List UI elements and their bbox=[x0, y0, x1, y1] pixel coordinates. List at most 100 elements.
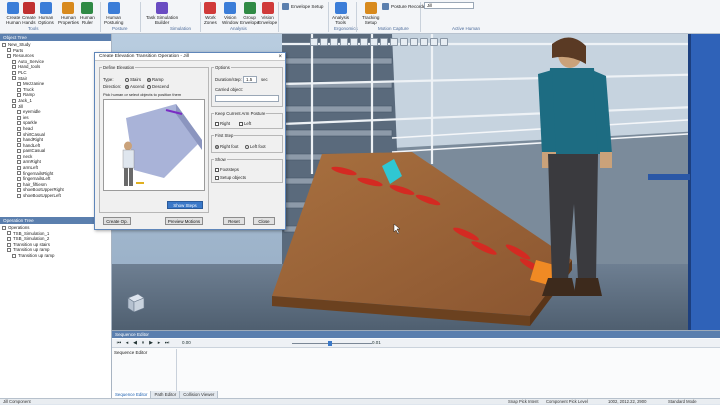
tree-item-label: Transition up ramp bbox=[18, 252, 55, 258]
analysis-tools-icon bbox=[334, 2, 347, 14]
ribbon-button-label: Human Properties bbox=[58, 15, 79, 25]
render-icon[interactable] bbox=[360, 38, 368, 46]
dialog-title: Create Elevation Transition Operation - … bbox=[95, 53, 285, 61]
first-step-left-radio[interactable]: Left foot bbox=[245, 144, 266, 149]
select-icon[interactable] bbox=[380, 38, 388, 46]
posture-recorder-icon bbox=[382, 3, 389, 10]
first-step-right-radio[interactable]: Right foot bbox=[215, 144, 238, 149]
sequence-editor-label: Sequence Editor bbox=[114, 350, 148, 355]
ribbon-group-label: Active Human bbox=[452, 26, 481, 31]
dialog-close-button[interactable]: Close bbox=[253, 217, 275, 225]
ribbon-button-human-create[interactable]: Create Human bbox=[6, 2, 21, 25]
pick-hint: Pick human or select objects to position… bbox=[103, 92, 182, 97]
status-pick-level[interactable]: Component Pick Level bbox=[546, 399, 588, 405]
ruler-icon bbox=[81, 2, 94, 14]
reset-button[interactable]: Reset bbox=[223, 217, 245, 225]
tree-item[interactable]: Transition up ramp bbox=[2, 253, 111, 259]
ribbon-button-group-envelope[interactable]: Group Envelope bbox=[240, 2, 259, 25]
envelope-setup-label: Envelope Setup bbox=[291, 4, 324, 9]
show-footsteps-checkbox[interactable]: Footsteps bbox=[215, 167, 239, 172]
show-legend: Show bbox=[215, 157, 226, 162]
sequence-grid[interactable] bbox=[176, 349, 720, 391]
preview-motions-button[interactable]: Preview Motions bbox=[165, 217, 203, 225]
section-icon[interactable] bbox=[370, 38, 378, 46]
time-slider-thumb[interactable] bbox=[328, 341, 332, 346]
play-back-icon[interactable]: ◀ bbox=[132, 340, 138, 346]
status-pick-intent[interactable]: Snap Pick Intent bbox=[508, 399, 539, 405]
ribbon-button-properties[interactable]: Human Properties bbox=[58, 2, 79, 25]
carried-object-input[interactable] bbox=[215, 95, 279, 102]
ribbon-button-vision-envelope[interactable]: Vision Envelope bbox=[258, 2, 277, 25]
ribbon-button-hands[interactable]: Create Hands bbox=[22, 2, 36, 25]
zoom-icon[interactable] bbox=[310, 38, 318, 46]
tab-collision-viewer[interactable]: Collision Viewer bbox=[180, 391, 219, 398]
show-setup-objects-checkbox[interactable]: Setup objects bbox=[215, 175, 246, 180]
keep-right-checkbox[interactable]: Right bbox=[215, 121, 230, 126]
close-icon[interactable]: × bbox=[278, 53, 282, 61]
ribbon-button-tracking-setup[interactable]: Tracking Setup bbox=[362, 2, 379, 25]
fast-forward-icon[interactable]: ⏭ bbox=[164, 340, 170, 346]
duration-input[interactable]: 1.5 bbox=[243, 76, 257, 83]
ribbon-button-human-options[interactable]: Human Options bbox=[38, 2, 54, 25]
human-options-icon bbox=[39, 2, 52, 14]
tree-node-icon bbox=[7, 248, 11, 253]
type-stairs-radio[interactable]: Stairs bbox=[125, 77, 141, 82]
type-ramp-radio[interactable]: Ramp bbox=[147, 77, 163, 82]
options-legend: Options bbox=[215, 65, 230, 70]
ribbon-button-label: Human Ruler bbox=[80, 15, 95, 25]
ribbon-separator bbox=[328, 2, 329, 32]
show-steps-button[interactable]: Show Steps bbox=[167, 201, 203, 209]
ribbon-button-analysis-tools[interactable]: Analysis Tools bbox=[332, 2, 349, 25]
elevation-transition-dialog: Create Elevation Transition Operation - … bbox=[94, 52, 286, 230]
settings-icon[interactable] bbox=[440, 38, 448, 46]
pause-icon[interactable]: ⏸ bbox=[140, 340, 146, 346]
view-icon[interactable] bbox=[350, 38, 358, 46]
playback-toolbar: ⏮ ◂ ◀ ⏸ ▶ ▸ ⏭ 0.00 0.01 bbox=[112, 339, 720, 348]
active-human-select[interactable]: Jill bbox=[424, 2, 474, 9]
ribbon-button-work-zones[interactable]: Work Zones bbox=[204, 2, 217, 25]
pan-icon[interactable] bbox=[330, 38, 338, 46]
direction-ascend-radio[interactable]: Ascend bbox=[125, 84, 144, 89]
bottom-tabs: Sequence Editor Path Editor Collision View… bbox=[112, 391, 219, 398]
preview-image[interactable] bbox=[103, 99, 205, 191]
grid-icon[interactable] bbox=[410, 38, 418, 46]
play-icon[interactable]: ▶ bbox=[148, 340, 154, 346]
ribbon-button-label: Vision Window bbox=[222, 15, 239, 25]
status-mode[interactable]: Standard Mode bbox=[668, 399, 697, 405]
light-icon[interactable] bbox=[420, 38, 428, 46]
time-slider[interactable] bbox=[292, 341, 372, 346]
tree-node-icon bbox=[7, 53, 11, 58]
group-envelope-icon bbox=[243, 2, 256, 14]
ribbon-button-posturing[interactable]: Human Posturing bbox=[104, 2, 123, 25]
tree-node-icon bbox=[17, 154, 21, 159]
status-left: Jill Component bbox=[3, 399, 31, 404]
tree-node-icon bbox=[17, 177, 21, 182]
tab-sequence-editor[interactable]: Sequence Editor bbox=[112, 391, 152, 398]
tab-path-editor[interactable]: Path Editor bbox=[151, 391, 181, 398]
ribbon-button-vision-window[interactable]: Vision Window bbox=[222, 2, 238, 25]
zoom-fit-icon[interactable] bbox=[320, 38, 328, 46]
create-op-button[interactable]: Create Op. bbox=[103, 217, 131, 225]
view-cube[interactable] bbox=[124, 290, 146, 313]
posture-recorder[interactable]: Posture Recorder bbox=[382, 3, 427, 10]
ribbon-button-ruler[interactable]: Human Ruler bbox=[80, 2, 95, 25]
tree-node-icon bbox=[12, 70, 16, 75]
camera-icon[interactable] bbox=[430, 38, 438, 46]
envelope-setup[interactable]: Envelope Setup bbox=[282, 3, 323, 10]
ribbon-group-label: Ergonomics bbox=[334, 26, 358, 31]
tree-node-icon bbox=[17, 171, 21, 176]
measure-icon[interactable] bbox=[400, 38, 408, 46]
step-forward-icon[interactable]: ▸ bbox=[156, 340, 162, 346]
rotate-icon[interactable] bbox=[340, 38, 348, 46]
object-tree-title: Object Tree bbox=[0, 34, 111, 41]
ribbon-button-label: Group Envelope bbox=[240, 15, 260, 25]
rewind-icon[interactable]: ⏮ bbox=[116, 340, 122, 346]
ribbon-button-task-builder[interactable]: Task Simulation Builder bbox=[146, 2, 178, 25]
keep-left-checkbox[interactable]: Left bbox=[239, 121, 251, 126]
snap-icon[interactable] bbox=[390, 38, 398, 46]
step-back-icon[interactable]: ◂ bbox=[124, 340, 130, 346]
direction-descend-radio[interactable]: Descend bbox=[147, 84, 169, 89]
sequence-editor-panel: Sequence Editor ⏮ ◂ ◀ ⏸ ▶ ▸ ⏭ 0.00 0.01 … bbox=[112, 330, 720, 398]
ribbon-button-label: Human Options bbox=[38, 15, 54, 25]
tree-node-icon bbox=[17, 143, 21, 148]
